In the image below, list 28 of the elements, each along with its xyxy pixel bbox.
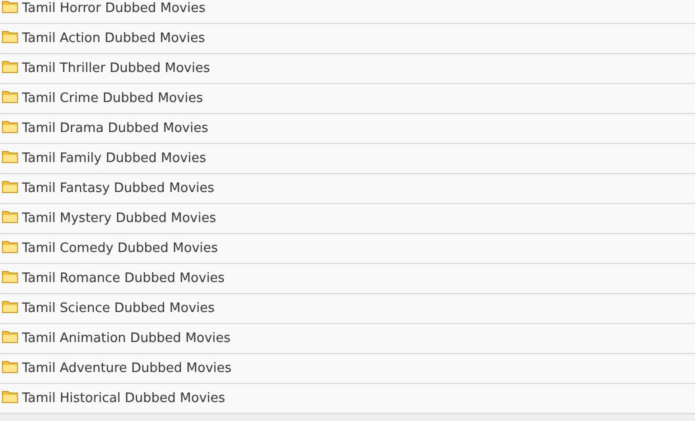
category-link[interactable]: Tamil Adventure Dubbed Movies: [22, 361, 232, 376]
category-link[interactable]: Tamil Romance Dubbed Movies: [22, 271, 225, 286]
folder-icon: [2, 180, 18, 193]
category-link[interactable]: Tamil Historical Dubbed Movies: [22, 391, 226, 406]
category-link[interactable]: Tamil Drama Dubbed Movies: [22, 121, 208, 136]
folder-icon: [2, 270, 18, 283]
category-link[interactable]: Tamil Comedy Dubbed Movies: [22, 241, 218, 256]
category-link[interactable]: Tamil Horror Dubbed Movies: [22, 1, 206, 16]
folder-icon: [2, 30, 18, 43]
folder-icon: [2, 240, 18, 253]
folder-icon: [2, 150, 18, 163]
folder-icon: [2, 330, 18, 343]
category-link[interactable]: Tamil Animation Dubbed Movies: [22, 331, 231, 346]
folder-icon: [2, 90, 18, 103]
folder-icon: [2, 120, 18, 133]
folder-icon: [2, 0, 18, 13]
category-link[interactable]: Tamil Thriller Dubbed Movies: [22, 61, 210, 76]
folder-icon: [2, 60, 18, 73]
category-link[interactable]: Tamil Crime Dubbed Movies: [22, 91, 203, 106]
folder-icon: [2, 360, 18, 373]
category-link[interactable]: Tamil Family Dubbed Movies: [22, 151, 206, 166]
category-link[interactable]: Tamil Science Dubbed Movies: [22, 301, 215, 316]
category-link[interactable]: Tamil Mystery Dubbed Movies: [22, 211, 216, 226]
category-link[interactable]: Tamil Fantasy Dubbed Movies: [22, 181, 214, 196]
category-link[interactable]: Tamil Action Dubbed Movies: [22, 31, 206, 46]
folder-icon: [2, 390, 18, 403]
folder-icon: [2, 210, 18, 223]
folder-icon: [2, 300, 18, 313]
